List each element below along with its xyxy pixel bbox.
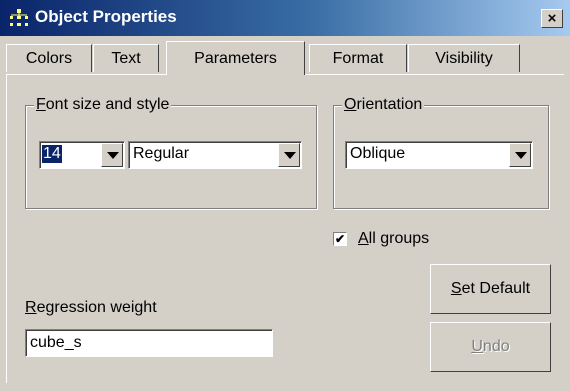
orientation-dropdown-button[interactable]: [509, 143, 531, 167]
undo-button[interactable]: Undo: [430, 322, 551, 372]
set-default-button[interactable]: Set Default: [430, 264, 551, 314]
all-groups-checkbox[interactable]: ✔: [333, 232, 347, 246]
orientation-select[interactable]: Oblique: [345, 141, 533, 169]
tab-parameters[interactable]: Parameters: [166, 41, 305, 75]
chevron-down-icon: [284, 152, 296, 159]
orientation-group-label: Orientation: [342, 96, 425, 114]
font-style-dropdown-button[interactable]: [278, 143, 300, 167]
font-style-select[interactable]: Regular: [128, 141, 302, 169]
close-button[interactable]: ×: [541, 9, 563, 28]
object-properties-dialog: Object Properties × Colors Text Paramete…: [0, 0, 570, 391]
orientation-value: Oblique: [350, 145, 406, 162]
tab-visibility[interactable]: Visibility: [408, 44, 520, 72]
regression-weight-label: Regression weight: [25, 299, 157, 316]
tab-colors[interactable]: Colors: [6, 44, 92, 72]
hierarchy-icon: [8, 8, 30, 28]
all-groups-label[interactable]: All groups: [358, 230, 429, 248]
font-group-label: Font size and style: [34, 96, 172, 114]
regression-weight-input[interactable]: cube_s: [25, 329, 273, 357]
font-size-select[interactable]: 14: [39, 141, 125, 169]
window-title: Object Properties: [35, 7, 177, 26]
tab-format[interactable]: Format: [309, 44, 407, 72]
chevron-down-icon: [515, 152, 527, 159]
font-size-value: 14: [42, 145, 62, 163]
font-style-value: Regular: [133, 145, 190, 162]
chevron-down-icon: [107, 152, 119, 159]
title-bar[interactable]: Object Properties ×: [0, 0, 570, 36]
font-size-dropdown-button[interactable]: [101, 143, 123, 167]
tab-text[interactable]: Text: [93, 44, 159, 72]
